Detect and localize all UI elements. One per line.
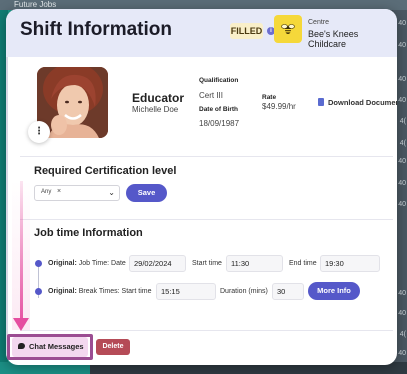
- job-date-field[interactable]: 29/02/2024: [129, 255, 186, 272]
- bee-icon: [274, 15, 302, 43]
- centre-name[interactable]: Bee's Knees Childcare: [308, 29, 397, 49]
- annotation-arrow-shaft: [20, 181, 23, 321]
- shift-information-modal: Shift Information FILLED i Centre Bee's …: [6, 9, 397, 365]
- timeline-dot: [35, 288, 42, 295]
- annotation-arrow-head: [13, 318, 29, 331]
- chip-remove-icon[interactable]: ×: [57, 188, 61, 195]
- more-info-button[interactable]: More Info: [308, 282, 360, 300]
- download-document-label: Download Document: [328, 98, 397, 107]
- start-time-label: Start time: [192, 260, 222, 267]
- annotation-highlight-box: [7, 334, 93, 360]
- certification-chip: Any: [41, 189, 52, 195]
- job-time-row-label: Original: Job Time: Date: [48, 260, 126, 267]
- end-time-label: End time: [289, 260, 317, 267]
- job-time-title: Job time Information: [34, 227, 143, 239]
- modal-header: Shift Information FILLED i Centre Bee's …: [6, 9, 397, 57]
- certification-select[interactable]: Any × ⌄: [34, 185, 120, 201]
- chevron-down-icon[interactable]: ⌄: [108, 188, 115, 197]
- divider: [20, 156, 393, 157]
- break-time-text: Break Times: Start time: [78, 288, 152, 295]
- qualification-value: Cert III: [199, 91, 224, 100]
- duration-field[interactable]: 30: [272, 283, 304, 300]
- educator-name: Michelle Doe: [132, 105, 179, 114]
- modal-title: Shift Information: [20, 19, 172, 40]
- centre-label: Centre: [308, 19, 330, 26]
- rate-value: $49.99/hr: [262, 102, 296, 111]
- delete-button[interactable]: Delete: [96, 339, 130, 355]
- end-time-field[interactable]: 19:30: [320, 255, 380, 272]
- original-prefix: Original:: [48, 288, 77, 295]
- save-button[interactable]: Save: [126, 184, 167, 202]
- rate-label: Rate: [262, 94, 277, 101]
- divider: [20, 330, 393, 331]
- download-document-button[interactable]: Download Document: [316, 95, 397, 111]
- document-icon: [318, 98, 324, 107]
- divider: [20, 219, 393, 220]
- status-badge: FILLED: [230, 23, 263, 39]
- certification-title: Required Certification level: [34, 165, 177, 177]
- timeline-dot: [35, 260, 42, 267]
- break-start-field[interactable]: 15:15: [156, 283, 216, 300]
- dob-label: Date of Birth: [199, 106, 238, 113]
- start-time-field[interactable]: 11:30: [226, 255, 283, 272]
- duration-label: Duration (mins): [220, 288, 268, 295]
- modal-left-border: [6, 57, 8, 365]
- qualification-label: Qualification: [199, 77, 239, 84]
- job-time-text: Job Time: Date: [78, 260, 126, 267]
- profile-more-button[interactable]: ⋮: [28, 121, 50, 143]
- original-prefix: Original:: [48, 260, 77, 267]
- role-title: Educator: [132, 91, 185, 105]
- dob-value: 18/09/1987: [199, 119, 240, 128]
- break-time-row-label: Original: Break Times: Start time: [48, 288, 151, 295]
